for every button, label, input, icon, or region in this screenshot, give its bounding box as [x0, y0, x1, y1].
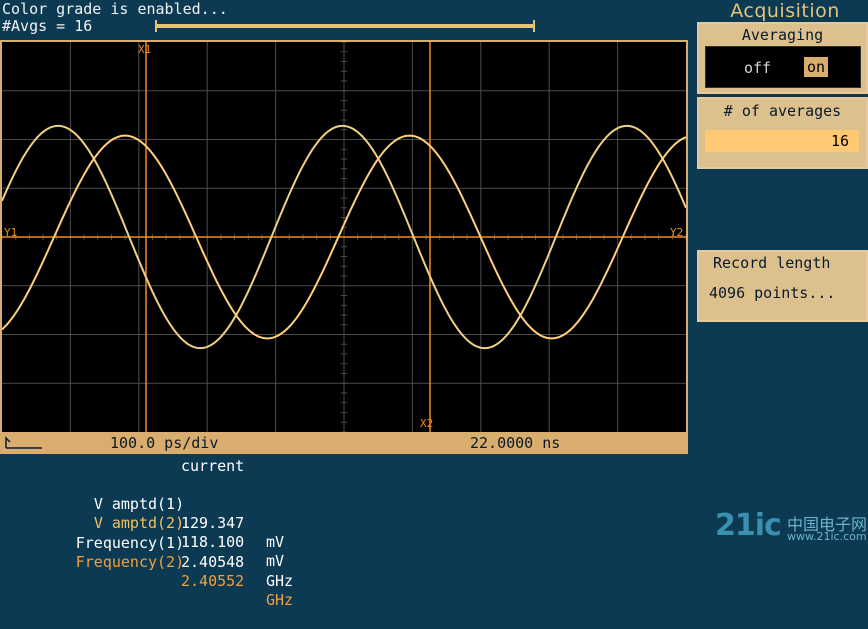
- measurement-label: Frequency(2): [75, 553, 185, 571]
- timebase-readout: 100.0 ps/div: [110, 434, 219, 452]
- averaging-off-option[interactable]: off: [744, 59, 771, 77]
- marker-y2-label: Y2: [670, 226, 683, 239]
- ground-reference-icon: [5, 436, 42, 449]
- averaging-toggle[interactable]: off on: [705, 46, 861, 88]
- scope-status-bar: 100.0 ps/div 22.0000 ns: [0, 432, 688, 454]
- waveform-screen[interactable]: X1 X2 Y1 Y2: [2, 42, 686, 432]
- measurement-column-header: current: [181, 457, 245, 475]
- status-message: Color grade is enabled...: [2, 0, 228, 18]
- measurement-row: Frequency(2) 2.40552 GHz: [0, 534, 293, 629]
- measurement-value: 2.40548: [181, 553, 245, 571]
- measurement-label: V amptd(1): [93, 495, 185, 513]
- trigger-position-readout: 22.0000 ns: [470, 434, 561, 452]
- averaging-panel: Averaging off on: [697, 22, 868, 94]
- marker-x2-label: X2: [420, 417, 433, 430]
- acquisition-title: Acquisition: [730, 0, 840, 22]
- record-length-value: 4096 points...: [709, 284, 836, 302]
- measurement-label: V amptd(2): [93, 514, 185, 532]
- averages-count-status: #Avgs = 16: [2, 17, 93, 35]
- number-of-averages-value: 16: [830, 132, 849, 150]
- number-of-averages-label: # of averages: [723, 102, 842, 120]
- measurement-label: Frequency(1): [75, 534, 185, 552]
- averaging-label: Averaging: [741, 26, 824, 44]
- record-length-panel[interactable]: Record length 4096 points...: [697, 250, 868, 322]
- number-of-averages-field[interactable]: 16: [705, 130, 859, 152]
- site-watermark: 21ic 中国电子网 www.21ic.com: [715, 508, 867, 543]
- scope-display: X1 X2 Y1 Y2 100.0 ps/div 22.0000 ns: [0, 40, 688, 454]
- measurement-value: 2.40552: [181, 572, 245, 590]
- measurement-unit: mV: [266, 533, 285, 551]
- measurement-unit: GHz: [266, 591, 294, 609]
- watermark-logo: 21ic: [715, 508, 782, 543]
- record-length-label: Record length: [713, 254, 831, 272]
- acquisition-progress-bar: [155, 20, 535, 32]
- measurement-value: 118.100: [181, 533, 245, 551]
- waveform-canvas[interactable]: X1 X2 Y1 Y2: [2, 42, 686, 432]
- marker-y1-label: Y1: [4, 226, 17, 239]
- number-of-averages-panel: # of averages 16: [697, 97, 868, 169]
- marker-x1-label: X1: [138, 43, 151, 56]
- measurement-value: 129.347: [181, 514, 245, 532]
- watermark-url: www.21ic.com: [787, 530, 867, 543]
- averaging-on-option[interactable]: on: [804, 57, 829, 77]
- measurement-unit: GHz: [266, 572, 294, 590]
